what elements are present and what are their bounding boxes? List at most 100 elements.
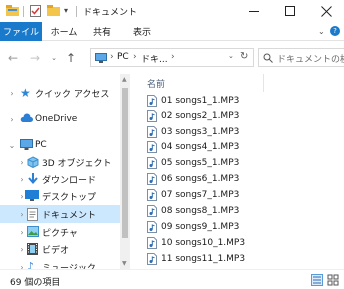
column-divider[interactable] [263, 74, 264, 92]
file-row[interactable]: 10 songs10_1.MP3 [147, 235, 245, 250]
tab-file[interactable]: ファイル [0, 22, 42, 41]
desktop-icon [25, 190, 39, 202]
address-row: ← → ⌄ ↑ › PC › ドキ... › ⌄ ↻ ドキュメントの検 [0, 41, 344, 74]
close-button[interactable] [308, 0, 344, 22]
chevron-down-icon[interactable]: ⌄ [8, 141, 16, 150]
pc-icon [95, 53, 107, 63]
file-name: 03 songs3_1.MP3 [161, 126, 240, 137]
audio-file-icon [147, 236, 157, 249]
file-row[interactable]: 06 songs6_1.MP3 [147, 171, 239, 186]
file-name: 08 songs8_1.MP3 [161, 205, 240, 216]
column-header-name[interactable]: 名前 [147, 77, 165, 90]
breadcrumb-separator: › [133, 52, 137, 62]
audio-file-icon [147, 109, 157, 122]
file-row[interactable]: 08 songs8_1.MP3 [147, 203, 239, 218]
file-row[interactable]: 01 songs1_1.MP3 [147, 93, 239, 108]
chevron-right-icon[interactable]: › [18, 158, 26, 167]
documents-icon [27, 208, 40, 221]
download-icon [27, 173, 40, 185]
chevron-right-icon[interactable]: › [18, 175, 26, 184]
nav-videos[interactable]: › ビデオ [0, 240, 120, 258]
nav-3d-objects[interactable]: › 3D オブジェクト [0, 153, 120, 171]
qa-dropdown-icon[interactable]: ▾ [64, 6, 68, 15]
file-name: 05 songs5_1.MP3 [161, 157, 240, 168]
nav-desktop[interactable]: › デスクトップ [0, 187, 120, 205]
audio-file-icon [147, 125, 157, 138]
3d-objects-icon [27, 156, 40, 169]
file-row[interactable]: 09 songs9_1.MP3 [147, 219, 239, 234]
breadcrumb-documents[interactable]: ドキ... [141, 52, 168, 65]
tab-view[interactable]: 表示 [128, 22, 156, 41]
navigation-pane: › ★ クイック アクセス › OneDrive ⌄ PC › 3D オブジェク… [0, 74, 120, 269]
breadcrumb-pc[interactable]: PC [117, 52, 129, 62]
nav-label: ダウンロード [42, 175, 97, 186]
nav-label: ピクチャ [42, 228, 78, 239]
breadcrumb-separator: › [110, 52, 114, 62]
file-row[interactable]: 11 songs11_1.MP3 [147, 251, 245, 266]
chevron-right-icon[interactable]: › [18, 210, 26, 219]
recent-dropdown-icon[interactable]: ⌄ [47, 52, 61, 64]
scroll-down-icon[interactable]: ▼ [122, 260, 127, 267]
file-name: 06 songs6_1.MP3 [161, 173, 240, 184]
star-icon: ★ [20, 86, 31, 100]
chevron-right-icon[interactable]: › [18, 245, 26, 254]
scroll-thumb[interactable] [122, 88, 128, 238]
chevron-right-icon[interactable]: › [8, 115, 16, 124]
pc-icon [20, 139, 33, 151]
nav-label: ビデオ [42, 245, 70, 256]
file-row[interactable]: 02 songs2_1.MP3 [147, 108, 239, 123]
nav-label: ドキュメント [42, 210, 97, 221]
close-icon [320, 5, 332, 17]
nav-label: ミュージック [42, 263, 96, 270]
tab-share[interactable]: 共有 [88, 22, 116, 41]
nav-downloads[interactable]: › ダウンロード [0, 170, 120, 188]
forward-button[interactable]: → [28, 51, 42, 65]
audio-file-icon [147, 156, 157, 169]
new-folder-icon[interactable] [47, 5, 60, 16]
nav-pictures[interactable]: › ピクチャ [0, 223, 120, 241]
file-name: 04 songs4_1.MP3 [161, 141, 240, 152]
item-count: 69 個の項目 [10, 278, 61, 288]
status-bar: 69 個の項目 [0, 269, 344, 289]
scroll-up-icon[interactable]: ▲ [122, 76, 127, 83]
large-icons-view-button[interactable] [327, 274, 339, 286]
pictures-icon [27, 226, 40, 238]
help-icon[interactable]: ? [330, 26, 340, 36]
nav-label: OneDrive [35, 114, 78, 124]
chevron-right-icon[interactable]: › [8, 89, 16, 98]
audio-file-icon [147, 188, 157, 201]
chevron-right-icon[interactable]: › [18, 228, 26, 237]
music-icon: ♪ [27, 260, 35, 270]
file-row[interactable]: 05 songs5_1.MP3 [147, 155, 239, 170]
nav-onedrive[interactable]: › OneDrive [0, 110, 120, 128]
file-name: 01 songs1_1.MP3 [161, 95, 240, 106]
window-title: ドキュメント [83, 8, 138, 18]
nav-quick-access[interactable]: › ★ クイック アクセス [0, 84, 120, 102]
ribbon-expand-icon[interactable]: ⌄ [318, 27, 325, 36]
large-icons-view-icon [327, 274, 339, 286]
details-view-button[interactable] [311, 274, 323, 286]
refresh-icon[interactable]: ↻ [240, 51, 248, 62]
properties-icon[interactable] [30, 5, 41, 17]
file-row[interactable]: 04 songs4_1.MP3 [147, 139, 239, 154]
search-icon [263, 53, 273, 63]
audio-file-icon [147, 252, 157, 265]
nav-documents[interactable]: › ドキュメント [0, 205, 120, 223]
search-box[interactable]: ドキュメントの検 [258, 48, 344, 67]
up-button[interactable]: ↑ [64, 51, 78, 65]
back-button[interactable]: ← [6, 51, 20, 65]
nav-label: デスクトップ [42, 192, 97, 203]
title-bar: ▾ ドキュメント [0, 0, 344, 22]
nav-pc[interactable]: ⌄ PC [0, 136, 120, 154]
file-row[interactable]: 03 songs3_1.MP3 [147, 124, 239, 139]
nav-scrollbar[interactable]: ▲ ▼ [120, 74, 130, 269]
tab-home[interactable]: ホーム [46, 22, 82, 41]
address-bar[interactable]: › PC › ドキ... › ⌄ ↻ [90, 48, 254, 67]
maximize-icon [285, 6, 295, 16]
file-row[interactable]: 07 songs7_1.MP3 [147, 187, 239, 202]
nav-music[interactable]: › ♪ ミュージック [0, 258, 120, 270]
address-dropdown-icon[interactable]: ⌄ [228, 52, 234, 60]
details-view-icon [313, 276, 321, 284]
maximize-button[interactable] [272, 0, 308, 22]
minimize-button[interactable] [236, 0, 272, 22]
